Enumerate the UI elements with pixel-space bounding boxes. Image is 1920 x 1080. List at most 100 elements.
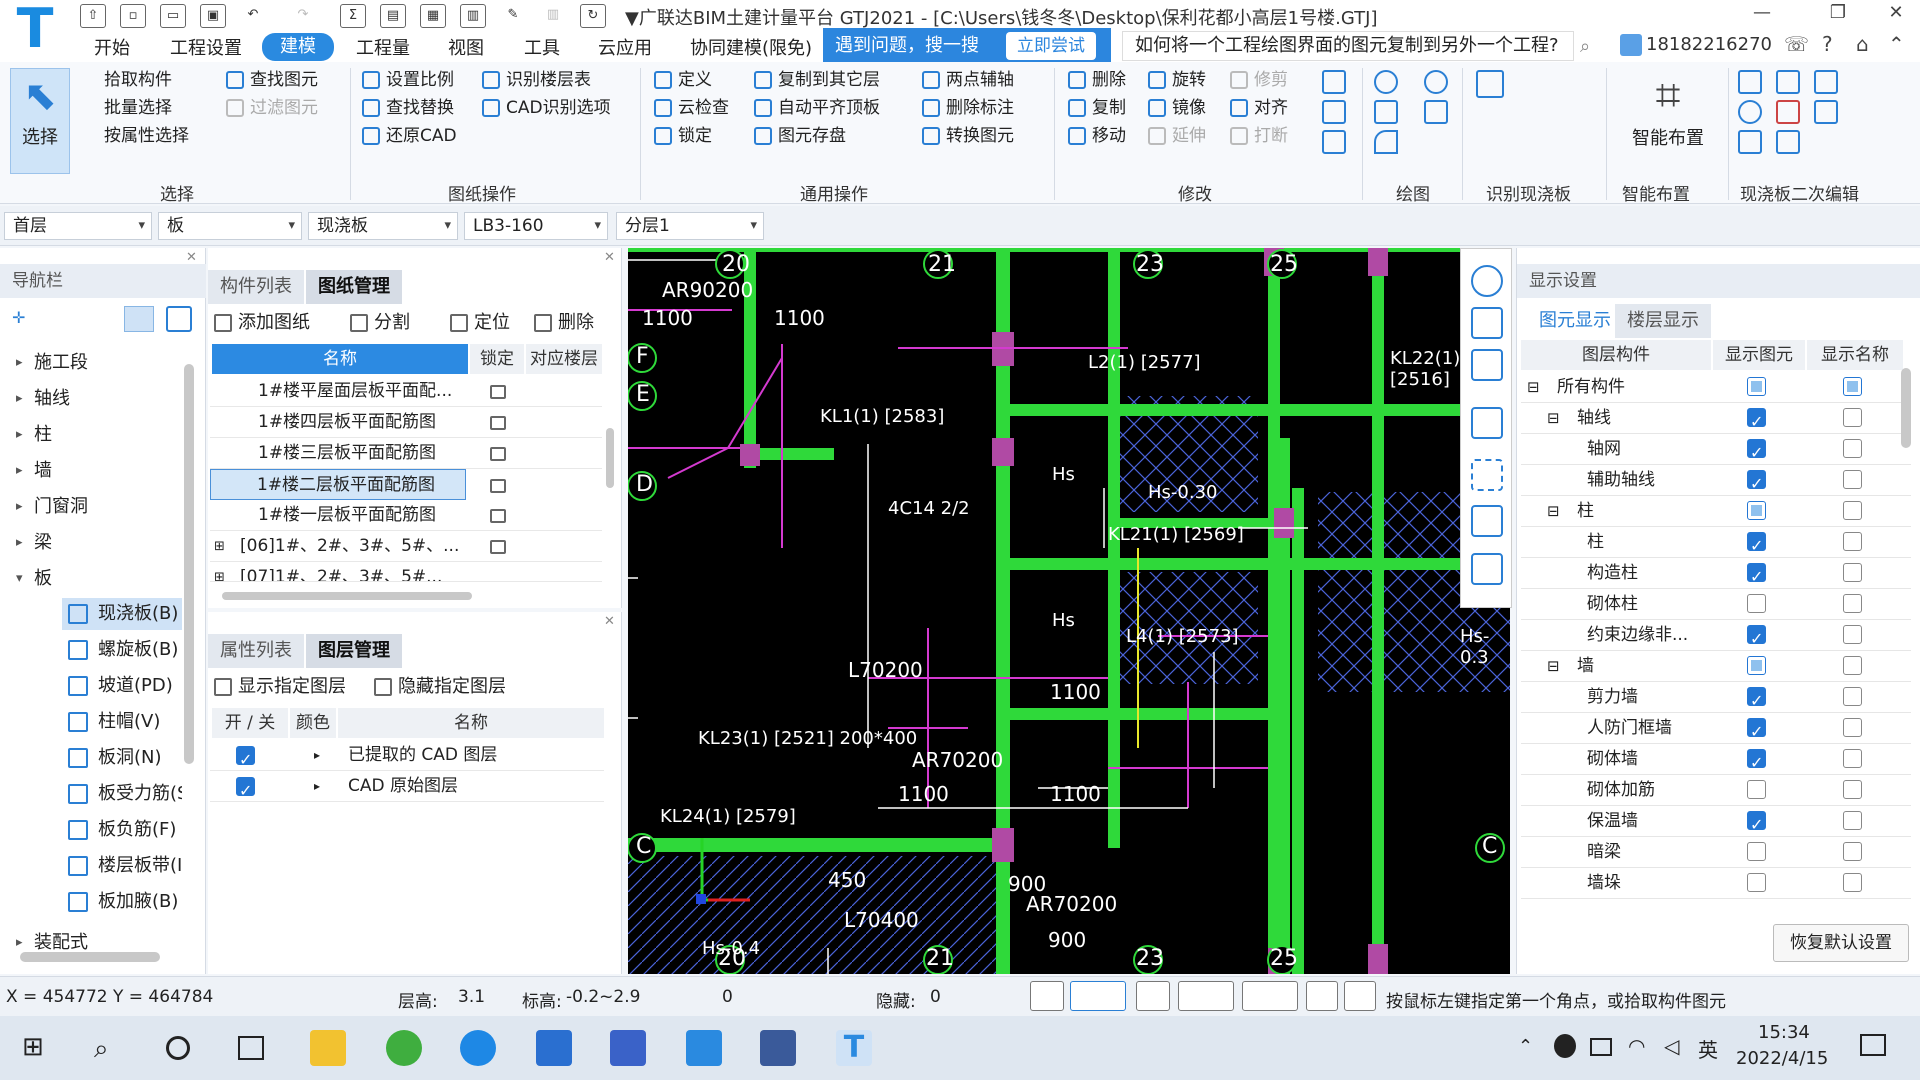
wifi-icon[interactable]: ◠ xyxy=(1628,1034,1645,1058)
lock-icon[interactable] xyxy=(490,479,506,493)
show-element-checkbox[interactable] xyxy=(1747,747,1766,778)
display-row[interactable]: 保温墙 xyxy=(1521,806,1911,840)
display-row[interactable]: 墙垛 xyxy=(1521,868,1911,899)
display-row[interactable]: 砌体加筋 xyxy=(1521,775,1911,806)
cross-icon[interactable] xyxy=(1136,981,1170,1011)
show-name-checkbox[interactable] xyxy=(1843,377,1862,396)
lock-icon[interactable] xyxy=(490,447,506,461)
copy-button[interactable]: 复制 xyxy=(1064,94,1126,122)
edge-browser-icon[interactable] xyxy=(460,1030,496,1066)
refresh-icon[interactable]: ↻ xyxy=(580,4,606,28)
restore-icon[interactable]: ❐ xyxy=(1816,2,1860,28)
table-row[interactable]: 1#楼一层板平面配筋图 xyxy=(210,500,602,531)
task-view-icon[interactable] xyxy=(238,1036,264,1060)
dynamic-input-icon[interactable] xyxy=(1242,981,1298,1011)
cortana-icon[interactable] xyxy=(166,1036,190,1060)
cad-app-icon[interactable] xyxy=(760,1030,796,1066)
lock-icon[interactable] xyxy=(490,416,506,430)
show-name-checkbox[interactable] xyxy=(1843,532,1862,551)
redo-icon[interactable]: ↷ xyxy=(290,4,316,28)
collapse-icon[interactable]: ⊟ xyxy=(1527,372,1540,403)
column-icon[interactable]: ▥ xyxy=(540,4,566,28)
tab-element-display[interactable]: 图元显示 xyxy=(1527,304,1623,338)
show-name-checkbox[interactable] xyxy=(1843,563,1862,582)
slab-split-icon[interactable] xyxy=(1776,70,1800,94)
layer-select[interactable]: 分层1 xyxy=(616,212,764,240)
nav-sub-column-cap[interactable]: 柱帽(V) xyxy=(62,706,182,738)
table-row-selected[interactable]: 1#楼二层板平面配筋图 xyxy=(210,469,466,500)
select-button[interactable]: ⬉ 选择 xyxy=(10,68,70,174)
ie-browser-icon[interactable] xyxy=(386,1030,422,1066)
point-icon[interactable] xyxy=(1374,70,1398,94)
tab-drawing-management[interactable]: 图纸管理 xyxy=(306,270,402,304)
avatar[interactable] xyxy=(1620,34,1642,56)
tab-floor-display[interactable]: 楼层显示 xyxy=(1615,304,1711,338)
find-element-button[interactable]: 查找图元 xyxy=(222,66,318,94)
display-row[interactable]: ⊟ 轴线 xyxy=(1521,403,1911,437)
slab-slope-icon[interactable] xyxy=(1738,130,1762,154)
display-row[interactable]: ⊟ 墙 xyxy=(1521,651,1911,682)
nav-sub-ramp[interactable]: 坡道(PD) xyxy=(62,670,182,702)
offset-icon[interactable] xyxy=(1322,70,1346,94)
show-name-checkbox[interactable] xyxy=(1843,501,1862,520)
break-button[interactable]: 打断 xyxy=(1226,122,1288,150)
rectangle-icon[interactable] xyxy=(1424,100,1448,124)
auto-align-slab-button[interactable]: 自动平齐顶板 xyxy=(750,94,880,122)
copy-to-floor-button[interactable]: 复制到其它层 xyxy=(750,66,880,94)
display-row[interactable]: 构造柱 xyxy=(1521,558,1911,592)
angle-icon[interactable] xyxy=(1178,981,1234,1011)
close-icon[interactable]: ✕ xyxy=(604,250,615,265)
show-element-checkbox[interactable] xyxy=(1747,561,1766,592)
show-name-checkbox[interactable] xyxy=(1843,780,1862,799)
show-element-checkbox[interactable] xyxy=(1747,780,1766,799)
show-element-checkbox[interactable] xyxy=(1747,809,1766,840)
search-icon[interactable]: ⌕ xyxy=(1580,36,1590,57)
extend-button[interactable]: 延伸 xyxy=(1144,122,1206,150)
show-element-checkbox[interactable] xyxy=(1747,594,1766,613)
list-view-icon[interactable] xyxy=(124,306,154,332)
show-name-checkbox[interactable] xyxy=(1843,594,1862,613)
locate-button[interactable]: 定位 xyxy=(448,308,510,338)
menu-cloud[interactable]: 云应用 xyxy=(598,34,652,60)
table-row[interactable]: 1#楼平屋面层板平面配... xyxy=(210,376,602,407)
slab-delete-icon[interactable] xyxy=(1776,100,1800,124)
lock-icon[interactable] xyxy=(490,385,506,399)
show-name-checkbox[interactable] xyxy=(1843,408,1862,427)
set-scale-button[interactable]: 设置比例 xyxy=(358,66,454,94)
subtype-select[interactable]: 现浇板 xyxy=(308,212,458,240)
display-scrollbar[interactable] xyxy=(1901,368,1911,448)
help-icon[interactable]: ? xyxy=(1822,32,1833,56)
table-row[interactable]: ⊞ [06]1#、2#、3#、5#、... xyxy=(210,531,602,562)
undo-icon[interactable]: ↶ xyxy=(240,4,266,28)
show-element-checkbox[interactable] xyxy=(1747,530,1766,561)
tab-layer-management[interactable]: 图层管理 xyxy=(306,634,402,668)
show-element-checkbox[interactable] xyxy=(1747,685,1766,716)
nav-sub-spiral-slab[interactable]: 螺旋板(B) xyxy=(62,634,182,666)
show-name-checkbox[interactable] xyxy=(1843,687,1862,706)
display-row[interactable]: ⊟ 所有构件 xyxy=(1521,372,1911,403)
table-scrollbar[interactable] xyxy=(606,428,614,488)
expand-icon[interactable]: ⊞ xyxy=(214,531,225,562)
slab-height-icon[interactable] xyxy=(1814,100,1838,124)
slab-edit-icon[interactable] xyxy=(1738,70,1762,94)
restore-default-button[interactable]: 恢复默认设置 xyxy=(1773,924,1909,962)
question-search-input[interactable]: 如何将一个工程绘图界面的图元复制到另外一个工程? xyxy=(1122,31,1574,61)
tree-view-icon[interactable] xyxy=(166,306,192,332)
line-icon[interactable] xyxy=(1374,100,1398,124)
try-now-button[interactable]: 立即尝试 xyxy=(1006,32,1096,60)
element-save-button[interactable]: 图元存盘 xyxy=(750,122,846,150)
display-row[interactable]: 柱 xyxy=(1521,527,1911,561)
show-element-checkbox[interactable] xyxy=(1747,623,1766,654)
convert-element-button[interactable]: 转换图元 xyxy=(918,122,1014,150)
rotate-point-icon[interactable] xyxy=(1424,70,1448,94)
display-mode-icon[interactable] xyxy=(1471,505,1503,537)
gtj-tool-icon[interactable] xyxy=(686,1030,722,1066)
show-element-checkbox[interactable] xyxy=(1747,873,1766,892)
box-view-icon[interactable] xyxy=(1471,407,1503,439)
display-row[interactable]: 辅助轴线 xyxy=(1521,465,1911,499)
nav-sub-slab-stress-rebar[interactable]: 板受力筋(S) xyxy=(62,778,182,810)
close-icon[interactable]: ✕ xyxy=(1874,2,1918,28)
display-row[interactable]: 暗梁 xyxy=(1521,837,1911,868)
show-element-checkbox[interactable] xyxy=(1747,716,1766,747)
cube-view-icon[interactable] xyxy=(1471,349,1503,381)
